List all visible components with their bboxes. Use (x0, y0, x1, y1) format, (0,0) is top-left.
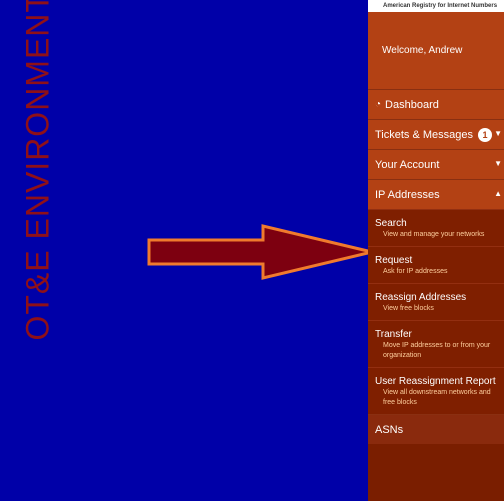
chevron-up-icon: ▲ (494, 189, 502, 198)
submenu-user-reassignment-report[interactable]: User Reassignment Report View all downst… (368, 367, 504, 414)
submenu-request[interactable]: Request Ask for IP addresses (368, 246, 504, 283)
submenu-report-title: User Reassignment Report (375, 376, 496, 387)
environment-label: OT&E ENVIRONMENT (19, 0, 56, 341)
arrow-right-icon (147, 224, 373, 280)
submenu-search[interactable]: Search View and manage your networks (368, 209, 504, 246)
welcome-text: Welcome, Andrew (382, 45, 463, 56)
nav-dashboard-label: Dashboard (385, 98, 439, 111)
submenu-reassign-desc: View free blocks (383, 305, 434, 312)
submenu-reassign-title: Reassign Addresses (375, 292, 467, 303)
submenu-search-title: Search (375, 218, 407, 229)
submenu-transfer-desc: Move IP addresses to or from your organi… (383, 342, 491, 359)
nav-ip-addresses[interactable]: IP Addresses ▲ (368, 179, 504, 209)
chevron-down-icon: ▼ (494, 159, 502, 168)
nav-asns[interactable]: ASNs (368, 414, 504, 444)
nav-asns-label: ASNs (375, 423, 404, 436)
submenu-search-desc: View and manage your networks (383, 231, 485, 238)
submenu-transfer-title: Transfer (375, 329, 412, 340)
nav-dashboard[interactable]: ◔ Dashboard (368, 89, 504, 119)
ip-addresses-submenu: Search View and manage your networks Req… (368, 209, 504, 414)
chevron-down-icon: ▼ (494, 129, 502, 138)
nav-tickets-messages[interactable]: Tickets & Messages 1 ▼ (368, 119, 504, 149)
submenu-reassign[interactable]: Reassign Addresses View free blocks (368, 283, 504, 320)
submenu-report-desc: View all downstream networks and free bl… (383, 389, 491, 406)
submenu-request-title: Request (375, 255, 413, 266)
nav-ip-label: IP Addresses (375, 188, 440, 201)
environment-pane: OT&E ENVIRONMENT (0, 0, 373, 501)
tickets-badge: 1 (478, 127, 493, 142)
registry-header: American Registry for Internet Numbers (368, 0, 504, 12)
welcome-banner: Welcome, Andrew (368, 12, 504, 89)
nav-account-label: Your Account (375, 158, 440, 171)
submenu-transfer[interactable]: Transfer Move IP addresses to or from yo… (368, 320, 504, 367)
nav-your-account[interactable]: Your Account ▼ (368, 149, 504, 179)
gauge-icon: ◔ (375, 99, 382, 110)
submenu-request-desc: Ask for IP addresses (383, 268, 448, 275)
sidebar: American Registry for Internet Numbers W… (368, 0, 504, 501)
nav-tickets-label: Tickets & Messages (375, 128, 474, 141)
